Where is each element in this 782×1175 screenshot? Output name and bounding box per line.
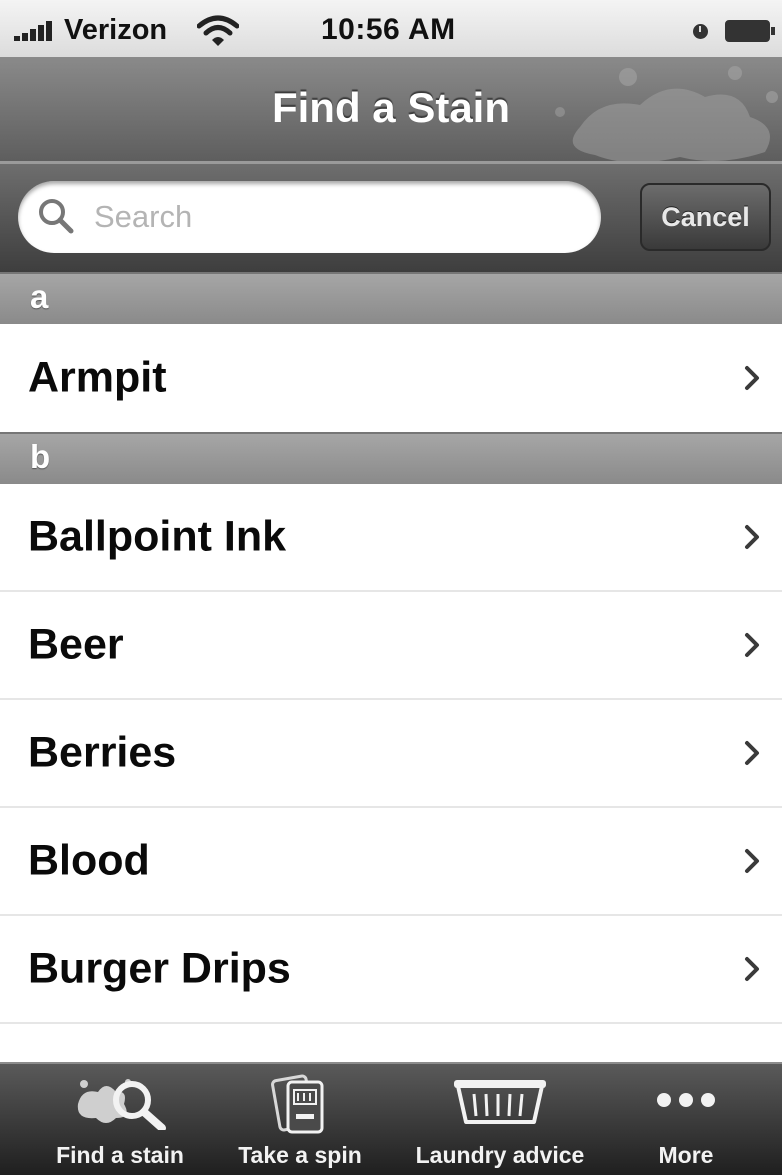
tab-find-a-stain[interactable]: Find a stain: [30, 1064, 210, 1175]
status-time: 10:56 AM: [321, 13, 456, 46]
tab-label: More: [658, 1142, 714, 1168]
chevron-right-icon: [745, 525, 759, 549]
wifi-icon: [197, 15, 239, 46]
chevron-right-icon: [745, 849, 759, 873]
section-header-b: b: [0, 432, 782, 484]
list-item-label: Blood: [28, 836, 150, 885]
laundry-basket-icon: [454, 1080, 546, 1124]
search-bar: Cancel: [0, 161, 782, 272]
more-dots-icon: [657, 1093, 715, 1107]
tab-label: Find a stain: [56, 1142, 184, 1168]
signal-strength-icon: [14, 21, 58, 41]
list-item[interactable]: Burger Drips: [0, 916, 782, 1024]
search-field[interactable]: [18, 181, 601, 253]
list-item-label: Ballpoint Ink: [28, 512, 286, 561]
chevron-right-icon: [745, 633, 759, 657]
list-item[interactable]: Beer: [0, 592, 782, 700]
tab-label: Take a spin: [238, 1142, 362, 1168]
tab-label: Laundry advice: [415, 1142, 585, 1168]
chevron-right-icon: [745, 957, 759, 981]
app-screen: Verizon 10:56 AM Find a Stain Can: [0, 0, 782, 1175]
tab-bar: Find a stain Take a spin Laundry advice …: [0, 1062, 782, 1175]
navigation-bar: Find a Stain: [0, 57, 782, 161]
list-item[interactable]: Blood: [0, 808, 782, 916]
tab-take-a-spin[interactable]: Take a spin: [220, 1064, 380, 1175]
list-item[interactable]: Armpit: [0, 324, 782, 432]
search-icon: [39, 199, 74, 234]
orientation-lock-icon: [693, 24, 708, 39]
status-bar: Verizon 10:56 AM: [0, 0, 782, 57]
chevron-right-icon: [745, 741, 759, 765]
tab-laundry-advice[interactable]: Laundry advice: [400, 1064, 600, 1175]
list-item-label: Berries: [28, 728, 177, 777]
cancel-button[interactable]: Cancel: [640, 183, 771, 251]
list-item[interactable]: Ballpoint Ink: [0, 484, 782, 592]
phone-spin-icon: [271, 1074, 324, 1134]
stain-list: a Armpit b Ballpoint Ink Beer Berries Bl…: [0, 272, 782, 1132]
list-item-label: Burger Drips: [28, 944, 291, 993]
list-item-label: Armpit: [28, 353, 167, 402]
list-item[interactable]: Berries: [0, 700, 782, 808]
section-header-a: a: [0, 272, 782, 324]
search-input[interactable]: [94, 181, 574, 253]
stain-search-icon: [77, 1079, 166, 1130]
list-item-label: Beer: [28, 620, 124, 669]
page-title: Find a Stain: [271, 84, 510, 131]
chevron-right-icon: [745, 366, 759, 390]
carrier-name: Verizon: [64, 14, 168, 46]
battery-icon: [725, 20, 775, 42]
tab-more[interactable]: More: [620, 1064, 752, 1175]
